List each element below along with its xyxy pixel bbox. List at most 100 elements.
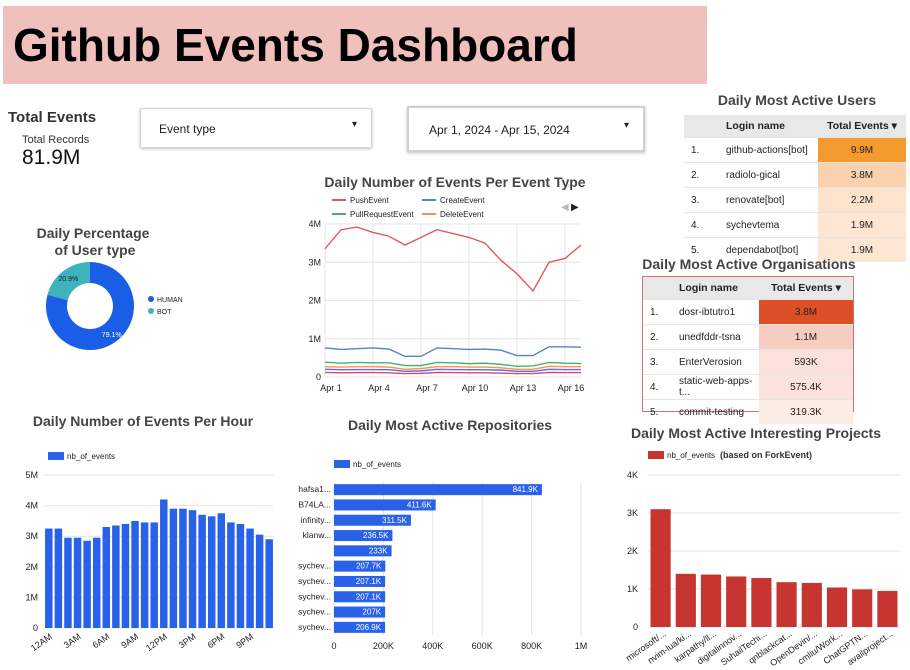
y-tick-label: 4M xyxy=(308,219,321,229)
x-tick-label: 6PM xyxy=(206,631,227,650)
bar xyxy=(852,589,873,627)
bar-value-label: 233K xyxy=(369,546,388,555)
x-tick-label: 3AM xyxy=(62,631,83,650)
legend-dot-human xyxy=(148,296,154,302)
users-row[interactable]: 2. radiolo-gical 3.8M xyxy=(684,162,906,188)
orgs-col-rank xyxy=(643,277,673,300)
y-tick-label: 1M xyxy=(25,592,38,602)
bar xyxy=(217,513,226,628)
y-tick-label: 0 xyxy=(633,622,638,632)
legend-label-bot: BOT xyxy=(157,309,172,316)
users-row[interactable]: 4. sychevtema 1.9M xyxy=(684,212,906,238)
series-line xyxy=(324,361,582,367)
y-tick-label: 2K xyxy=(627,546,638,556)
orgs-table: Login name Total Events ▾ 1. dosr-ibtutro… xyxy=(643,277,853,424)
orgs-login: EnterVerosion xyxy=(673,349,759,375)
y-tick-label: hafsa1... xyxy=(298,484,331,494)
users-col-login[interactable]: Login name xyxy=(714,115,818,138)
bar xyxy=(102,527,111,628)
orgs-rank: 2. xyxy=(643,324,673,350)
event-type-label: Event type xyxy=(159,122,216,136)
bar xyxy=(236,523,245,628)
bar xyxy=(700,574,722,627)
series-line xyxy=(324,368,581,372)
users-row[interactable]: 1. github-actions[bot] 9.9M xyxy=(684,137,906,163)
orgs-table-title: Daily Most Active Organisations xyxy=(642,256,856,272)
y-tick-label: 1K xyxy=(627,584,638,594)
bar-value-label: 207.7K xyxy=(356,562,382,571)
users-total: 2.2M xyxy=(818,187,906,213)
chevron-down-icon: ▾ xyxy=(623,120,629,131)
orgs-row[interactable]: 5. commit-testing 319.3K xyxy=(643,399,853,424)
users-rank: 1. xyxy=(684,137,714,163)
y-tick-label: klanw... xyxy=(303,530,331,540)
bar-value-label: 207.1K xyxy=(356,577,382,586)
date-range-picker[interactable]: Apr 1, 2024 - Apr 15, 2024 ▾ xyxy=(407,106,645,152)
total-records-label: Total Records xyxy=(22,134,90,146)
y-tick-label: sychev... xyxy=(298,607,331,617)
x-tick-label: 600K xyxy=(472,641,493,651)
legend-prev-icon[interactable]: ◀ xyxy=(561,202,569,213)
users-col-total[interactable]: Total Events ▾ xyxy=(818,115,906,138)
orgs-rank: 1. xyxy=(643,299,673,325)
sort-desc-icon: ▾ xyxy=(835,282,841,294)
bar-value-label: 236.5K xyxy=(363,531,389,540)
chevron-down-icon: ▾ xyxy=(351,119,357,130)
bar xyxy=(207,516,216,628)
bar-value-label: 206.9K xyxy=(356,623,382,632)
y-tick-label: sychev... xyxy=(298,576,331,586)
orgs-row[interactable]: 1. dosr-ibtutro1 3.8M xyxy=(643,299,853,325)
bar xyxy=(265,539,273,628)
users-login: radiolo-gical xyxy=(714,162,818,188)
users-rank: 3. xyxy=(684,187,714,213)
x-tick-label: 9AM xyxy=(119,631,140,650)
x-tick-label: Apr 10 xyxy=(462,383,489,393)
project-chart-title: Daily Most Active Interesting Projects xyxy=(631,425,881,441)
orgs-rank: 5. xyxy=(643,399,673,424)
legend-next-icon[interactable]: ▶ xyxy=(571,202,579,213)
orgs-row[interactable]: 4. static-web-apps-t... 575.4K xyxy=(643,374,853,400)
x-tick-label: 1M xyxy=(575,641,588,651)
x-tick-label: 9PM xyxy=(234,631,255,650)
users-row[interactable]: 3. renovate[bot] 2.2M xyxy=(684,187,906,213)
events-per-type-line-chart: Daily Number of Events Per Event Type Pus… xyxy=(308,174,585,393)
bar-value-label: 411.6K xyxy=(407,500,432,509)
users-rank: 2. xyxy=(684,162,714,188)
events-per-hour-bar-chart: Daily Number of Events Per Hour nb_of_eve… xyxy=(25,413,274,653)
y-tick-label: 3M xyxy=(308,257,321,267)
bar xyxy=(92,537,101,628)
bar xyxy=(776,582,797,627)
orgs-row[interactable]: 3. EnterVerosion 593K xyxy=(643,349,853,375)
bar xyxy=(675,573,696,627)
orgs-table-frame: Login name Total Events ▾ 1. dosr-ibtutro… xyxy=(642,276,854,424)
y-tick-label: 0 xyxy=(316,372,321,382)
users-login: github-actions[bot] xyxy=(714,137,818,163)
bar xyxy=(801,582,822,627)
orgs-rank: 3. xyxy=(643,349,673,375)
y-tick-label: 3K xyxy=(627,508,638,518)
x-tick-label: 800K xyxy=(521,641,542,651)
orgs-row[interactable]: 2. unedfddr-tsna 1.1M xyxy=(643,324,853,350)
bar-value-label: 841.9K xyxy=(513,485,539,494)
y-tick-label: 4M xyxy=(25,501,38,511)
bar xyxy=(198,514,206,628)
event-type-dropdown[interactable]: Event type ▾ xyxy=(140,108,372,148)
title-banner: Github Events Dashboard xyxy=(3,6,707,84)
users-total: 3.8M xyxy=(818,162,906,188)
active-projects-bar-chart: Daily Most Active Interesting Projects nb… xyxy=(624,425,900,668)
orgs-col-login[interactable]: Login name xyxy=(673,277,759,300)
orgs-col-total[interactable]: Total Events ▾ xyxy=(759,277,853,300)
legend-label: PullRequestEvent xyxy=(350,210,414,219)
legend-swatch xyxy=(648,451,664,459)
orgs-total: 3.8M xyxy=(759,299,853,325)
x-tick-label: 6AM xyxy=(91,631,112,650)
bar xyxy=(188,510,197,628)
donut-slice-label: 20.9% xyxy=(58,276,78,283)
legend-label: PushEvent xyxy=(350,196,389,205)
y-tick-label: sychev... xyxy=(298,622,331,632)
active-repositories-bar-chart: Daily Most Active Repositories nb_of_even… xyxy=(298,417,588,651)
x-tick-label: 3PM xyxy=(177,631,198,650)
legend-label: DeleteEvent xyxy=(440,210,484,219)
x-tick-label: 12PM xyxy=(144,631,169,653)
bar xyxy=(150,522,158,628)
